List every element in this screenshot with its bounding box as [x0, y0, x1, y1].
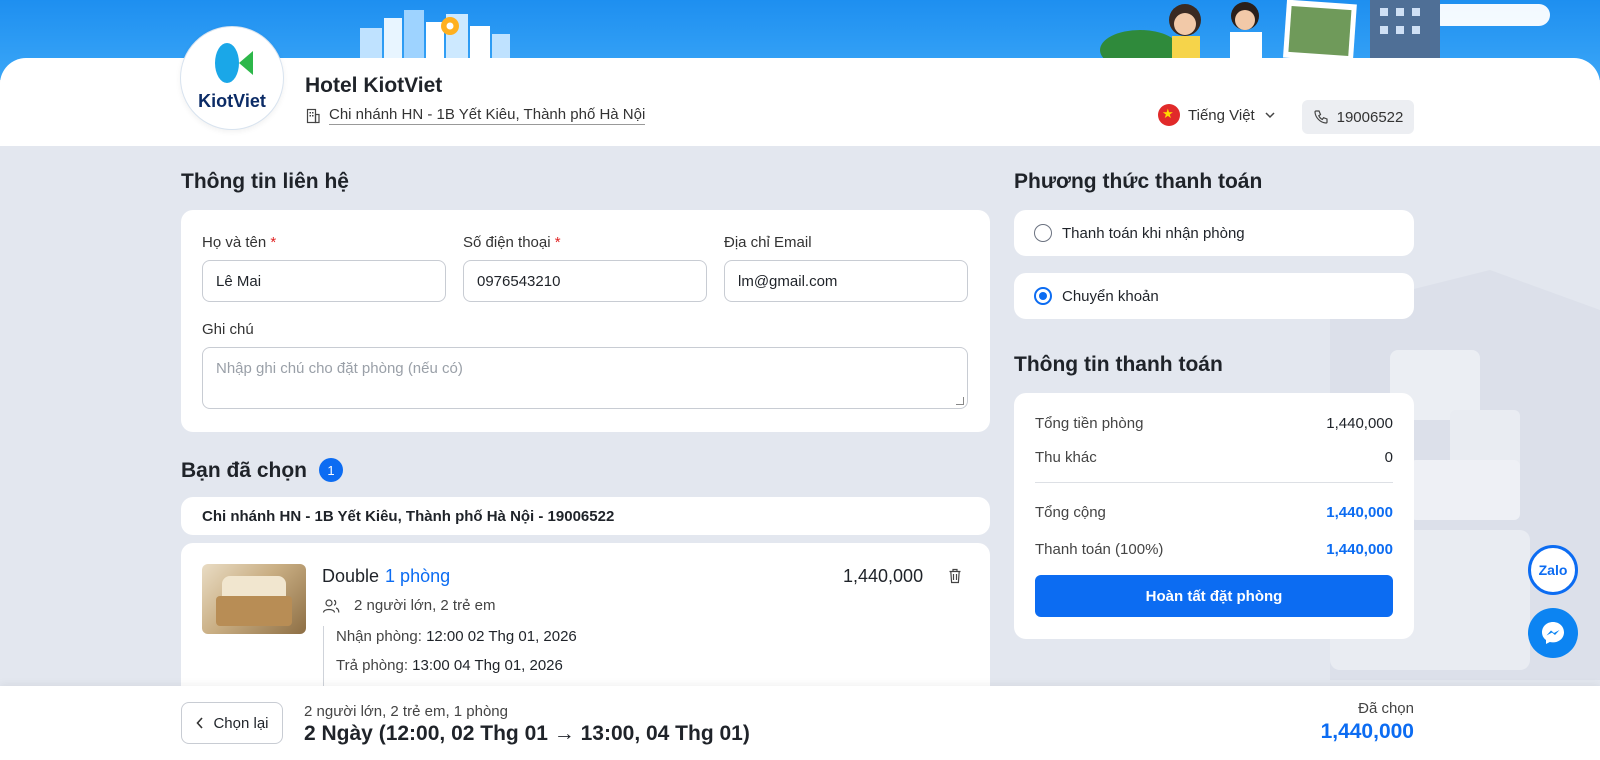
selected-count-badge: 1 — [319, 458, 343, 482]
chevron-left-icon — [196, 717, 204, 729]
payment-option-label: Thanh toán khi nhận phòng — [1062, 224, 1245, 242]
kiotviet-logo-icon — [215, 43, 253, 83]
payment-method-title: Phương thức thanh toán — [1014, 170, 1263, 193]
travelers-illustration — [1100, 0, 1440, 60]
name-label: Họ và tên * — [202, 234, 276, 251]
branch-address[interactable]: Chi nhánh HN - 1B Yết Kiêu, Thành phố Hà… — [305, 106, 646, 125]
note-placeholder: Nhập ghi chú cho đặt phòng (nếu có) — [216, 360, 463, 377]
vietnam-flag-icon — [1158, 104, 1180, 126]
grand-total-label: Tổng cộng — [1035, 504, 1106, 521]
reselect-button[interactable]: Chọn lại — [181, 702, 283, 744]
room-thumbnail — [202, 564, 306, 634]
booking-summary-dates: 2 Ngày (12:00, 02 Thg 01 → 13:00, 04 Thg… — [304, 722, 750, 745]
selected-branch-text: Chi nhánh HN - 1B Yết Kiêu, Thành phố Hà… — [202, 507, 615, 525]
payment-due-label: Thanh toán (100%) — [1035, 541, 1164, 558]
zalo-chat-button[interactable]: Zalo — [1528, 545, 1578, 595]
hotline-number: 19006522 — [1336, 108, 1404, 126]
grand-total-value: 1,440,000 — [1326, 504, 1393, 521]
language-selector[interactable]: Tiếng Việt — [1158, 104, 1277, 126]
bed — [216, 596, 292, 626]
selected-branch-card: Chi nhánh HN - 1B Yết Kiêu, Thành phố Hà… — [181, 497, 990, 535]
contact-section-title: Thông tin liên hệ — [181, 170, 349, 193]
payment-due-row: Thanh toán (100%) 1,440,000 — [1035, 541, 1393, 558]
phone-input[interactable]: 0976543210 — [463, 260, 707, 302]
required-mark: * — [270, 234, 277, 251]
payment-option-label: Chuyển khoản — [1062, 287, 1159, 305]
chosen-label: Đã chọn — [1358, 700, 1414, 717]
phone-icon — [1314, 110, 1328, 124]
room-total-value: 1,440,000 — [1326, 415, 1393, 432]
reselect-label: Chọn lại — [213, 714, 269, 732]
checkin-label: Nhận phòng: — [336, 628, 422, 645]
building-icon — [306, 108, 320, 123]
hotel-logo: KiotViet — [180, 26, 284, 130]
room-guests: 2 người lớn, 2 trẻ em — [322, 597, 495, 614]
radio-cash[interactable] — [1034, 224, 1052, 242]
grand-total-row: Tổng cộng 1,440,000 — [1035, 504, 1393, 521]
guests-text: 2 người lớn, 2 trẻ em — [354, 597, 496, 614]
phone-input-value: 0976543210 — [477, 272, 561, 290]
hotel-name: Hotel KiotViet — [305, 74, 443, 97]
checkin-value: 12:00 02 Thg 01, 2026 — [426, 628, 577, 645]
name-input-value: Lê Mai — [216, 272, 262, 290]
checkout-info: Trả phòng: 13:00 04 Thg 01, 2026 — [336, 657, 563, 674]
checkout-value: 13:00 04 Thg 01, 2026 — [412, 657, 563, 674]
guests-icon — [322, 598, 340, 613]
messenger-chat-button[interactable] — [1528, 608, 1578, 658]
required-mark: * — [554, 234, 561, 251]
stay-divider — [323, 626, 324, 686]
resize-handle[interactable] — [956, 397, 964, 405]
name-input[interactable]: Lê Mai — [202, 260, 446, 302]
other-fees-row: Thu khác 0 — [1035, 449, 1393, 466]
payment-option-transfer[interactable]: Chuyển khoản — [1014, 273, 1414, 319]
room-price: 1,440,000 — [843, 566, 924, 586]
other-fees-label: Thu khác — [1035, 449, 1097, 466]
payment-divider — [1035, 482, 1393, 483]
checkin-info: Nhận phòng: 12:00 02 Thg 01, 2026 — [336, 628, 577, 645]
email-input[interactable]: lm@gmail.com — [724, 260, 968, 302]
room-quantity[interactable]: 1 phòng — [385, 566, 450, 586]
name-label-text: Họ và tên — [202, 234, 267, 251]
room-total-row: Tổng tiền phòng 1,440,000 — [1035, 415, 1393, 432]
messenger-icon — [1542, 622, 1564, 644]
radio-transfer[interactable] — [1034, 287, 1052, 305]
language-label: Tiếng Việt — [1188, 106, 1255, 124]
phone-label-text: Số điện thoại — [463, 234, 551, 251]
selected-section-title: Bạn đã chọn — [181, 459, 308, 482]
phone-label: Số điện thoại * — [463, 234, 561, 251]
city-illustration — [360, 10, 510, 62]
email-label: Địa chỉ Email — [724, 234, 812, 251]
payment-due-value: 1,440,000 — [1326, 541, 1393, 558]
checkout-label: Trả phòng: — [336, 657, 408, 674]
logo-text: KiotViet — [198, 91, 266, 111]
complete-booking-button[interactable]: Hoàn tất đặt phòng — [1035, 575, 1393, 617]
note-label: Ghi chú — [202, 321, 254, 338]
chevron-down-icon — [1265, 112, 1275, 119]
room-type: Double — [322, 566, 380, 586]
hotline-button[interactable]: 19006522 — [1302, 100, 1414, 134]
branch-address-text: Chi nhánh HN - 1B Yết Kiêu, Thành phố Hà… — [329, 106, 646, 125]
other-fees-value: 0 — [1384, 449, 1393, 466]
zalo-label: Zalo — [1538, 562, 1568, 578]
room-title: Double 1 phòng — [322, 566, 450, 587]
booking-summary-guests: 2 người lớn, 2 trẻ em, 1 phòng — [304, 703, 508, 720]
payment-option-cash[interactable]: Thanh toán khi nhận phòng — [1014, 210, 1414, 256]
delete-room-icon[interactable] — [948, 568, 962, 584]
room-total-label: Tổng tiền phòng — [1035, 415, 1144, 432]
email-input-value: lm@gmail.com — [738, 272, 838, 290]
note-textarea[interactable]: Nhập ghi chú cho đặt phòng (nếu có) — [202, 347, 968, 409]
chosen-total: 1,440,000 — [1320, 720, 1414, 743]
payment-info-title: Thông tin thanh toán — [1014, 353, 1223, 376]
